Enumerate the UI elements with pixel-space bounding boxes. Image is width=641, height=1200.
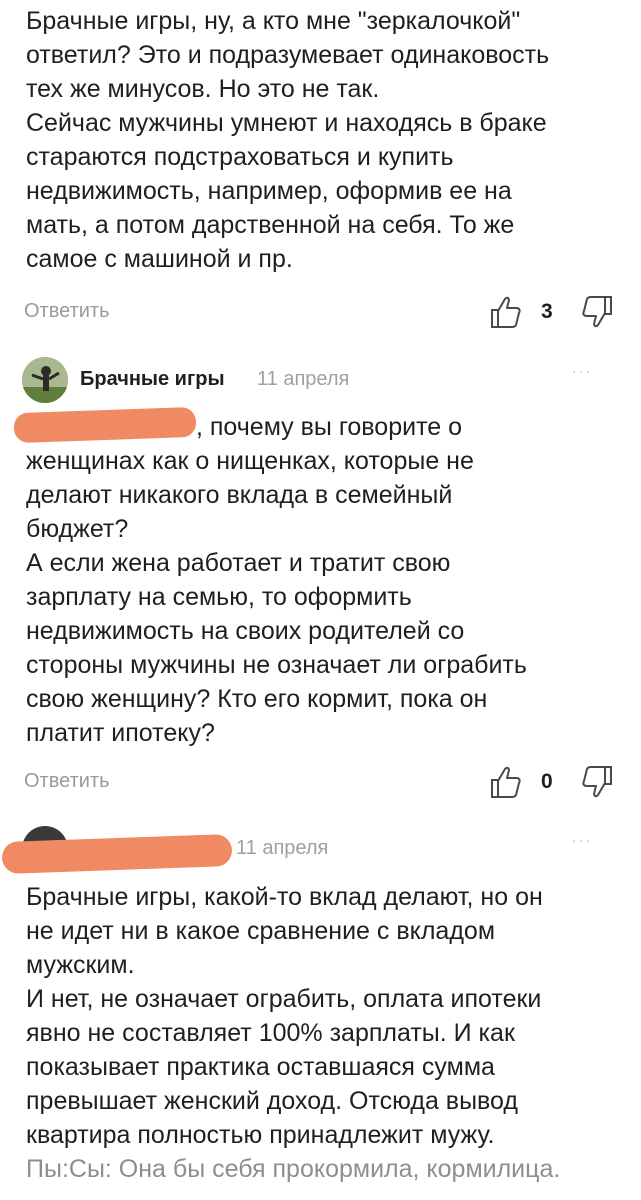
comment-line: платит ипотеку? xyxy=(26,719,215,747)
like-count: 0 xyxy=(541,770,553,793)
comment-2-text: , почему вы говорите о женщинах как о ни… xyxy=(0,410,641,750)
comment-line: недвижимость на своих родителей со xyxy=(26,617,465,645)
comment-line: Брачные игры, ну, а кто мне "зеркалочкой… xyxy=(26,7,521,35)
comment-line: Сейчас мужчины умнеют и находясь в браке xyxy=(26,109,547,137)
comment-line: бюджет? xyxy=(26,515,129,543)
comment-date: 11 апреля xyxy=(236,837,329,859)
comment-line: не идет ни в какое сравнение с вкладом xyxy=(26,917,496,945)
like-count: 3 xyxy=(541,300,553,323)
comment-line: стараются подстраховаться и купить xyxy=(26,143,454,171)
comment-line: Брачные игры, какой-то вклад делают, но … xyxy=(26,883,543,911)
comment-line: стороны мужчины не означает ли ограбить xyxy=(26,651,527,679)
comment-line: женщинах как о нищенках, которые не xyxy=(26,447,474,475)
comment-line: самое с машиной и пр. xyxy=(26,245,293,273)
more-options-icon[interactable]: ··· xyxy=(572,832,592,848)
comment-line: явно не составляет 100% зарплаты. И как xyxy=(26,1019,515,1047)
comment-line: квартира полностью принадлежит мужу. xyxy=(26,1121,495,1149)
comment-2-actions: Ответить 0 xyxy=(0,764,641,804)
comment-3-text: Брачные игры, какой-то вклад делают, но … xyxy=(0,880,641,1186)
comment-date: 11 апреля xyxy=(257,368,350,390)
comment-line: показывает практика оставшаяся сумма xyxy=(26,1053,495,1081)
thumbs-down-icon[interactable] xyxy=(580,294,614,330)
thumbs-down-icon[interactable] xyxy=(580,764,614,800)
thumbs-up-icon[interactable] xyxy=(489,764,523,800)
comment-1-text: Брачные игры, ну, а кто мне "зеркалочкой… xyxy=(0,4,641,276)
comment-line: недвижимость, например, оформив ее на xyxy=(26,177,512,205)
comment-line: мать, а потом дарственной на себя. То же xyxy=(26,211,515,239)
avatar[interactable] xyxy=(22,357,68,403)
comment-line: зарплату на семью, то оформить xyxy=(26,583,412,611)
thumbs-up-icon[interactable] xyxy=(489,294,523,330)
comment-line: мужским. xyxy=(26,951,135,979)
comment-2-header: Брачные игры 11 апреля ··· xyxy=(0,357,641,403)
comment-line: И нет, не означает ограбить, оплата ипот… xyxy=(26,985,542,1013)
comment-line: ответил? Это и подразумевает одинаковост… xyxy=(26,41,550,69)
comment-line: свою женщину? Кто его кормит, пока он xyxy=(26,685,488,713)
reply-button[interactable]: Ответить xyxy=(24,300,110,323)
author-name[interactable]: Брачные игры xyxy=(80,368,225,391)
redaction-mark xyxy=(13,406,197,444)
comment-1-actions: Ответить 3 xyxy=(0,294,641,334)
comment-line: превышает женский доход. Отсюда вывод xyxy=(26,1087,518,1115)
comment-line: тех же минусов. Но это не так. xyxy=(26,75,380,103)
comment-line-faded: Пы:Сы: Она бы себя прокормила, кормилица… xyxy=(26,1155,561,1183)
more-options-icon[interactable]: ··· xyxy=(572,363,592,379)
comment-line: А если жена работает и тратит свою xyxy=(26,549,451,577)
comment-line: делают никакого вклада в семейный xyxy=(26,481,453,509)
reply-button[interactable]: Ответить xyxy=(24,770,110,793)
